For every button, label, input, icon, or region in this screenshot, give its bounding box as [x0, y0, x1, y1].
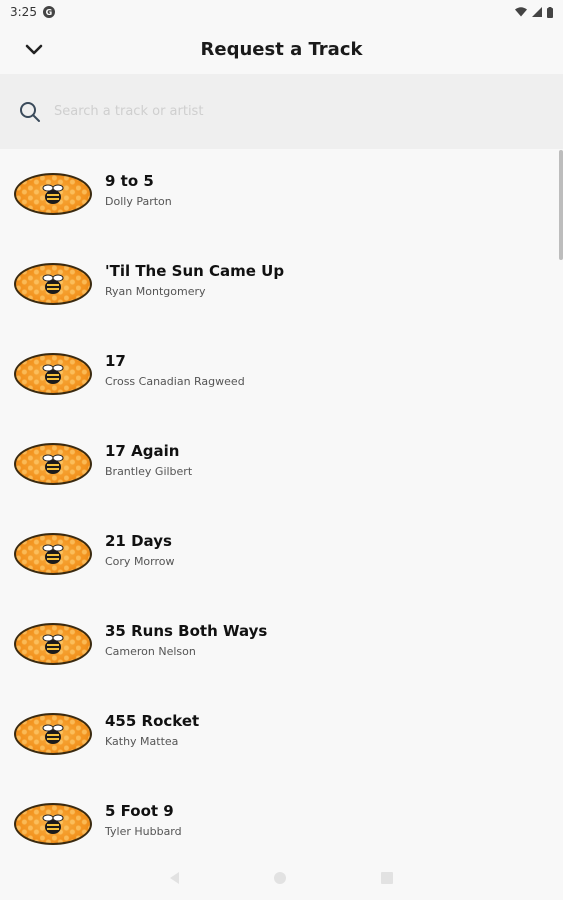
track-artist: Tyler Hubbard: [105, 825, 182, 838]
nav-recents-icon[interactable]: [381, 872, 393, 884]
bee-icon: [42, 544, 64, 564]
status-left: 3:25 G: [10, 5, 55, 19]
search-icon[interactable]: [18, 100, 42, 124]
track-text: 17 Cross Canadian Ragweed: [105, 351, 245, 389]
battery-icon: [547, 6, 553, 18]
track-title: 21 Days: [105, 532, 172, 550]
track-text: 'Til The Sun Came Up Ryan Montgomery: [105, 261, 284, 299]
bee-icon: [42, 274, 64, 294]
track-title: 455 Rocket: [105, 712, 200, 730]
track-artist: Dolly Parton: [105, 195, 172, 208]
bee-icon: [42, 724, 64, 744]
track-title: 17 Again: [105, 442, 180, 460]
track-list-item[interactable]: 21 Days Cory Morrow: [0, 509, 563, 599]
track-text: 17 Again Brantley Gilbert: [105, 441, 192, 479]
track-title: 9 to 5: [105, 172, 154, 190]
track-list-item[interactable]: 17 Cross Canadian Ragweed: [0, 329, 563, 419]
track-artist: Cross Canadian Ragweed: [105, 375, 245, 388]
track-artist: Brantley Gilbert: [105, 465, 193, 478]
nav-back-icon[interactable]: [170, 872, 179, 884]
chevron-down-icon: [25, 44, 43, 55]
track-text: 5 Foot 9 Tyler Hubbard: [105, 801, 182, 839]
track-text: 9 to 5 Dolly Parton: [105, 171, 172, 209]
search-bar: [0, 74, 563, 149]
track-title: 17: [105, 352, 126, 370]
track-title: 5 Foot 9: [105, 802, 174, 820]
status-right: [515, 6, 553, 18]
station-logo: [14, 713, 92, 755]
signal-icon: [532, 7, 542, 17]
nav-home-icon[interactable]: [274, 872, 286, 884]
app-bar: Request a Track: [0, 24, 563, 74]
bee-icon: [42, 454, 64, 474]
station-logo: [14, 353, 92, 395]
bee-icon: [42, 364, 64, 384]
track-text: 455 Rocket Kathy Mattea: [105, 711, 199, 749]
track-title: 'Til The Sun Came Up: [105, 262, 285, 280]
track-list-item[interactable]: 'Til The Sun Came Up Ryan Montgomery: [0, 239, 563, 329]
track-title: 35 Runs Both Ways: [105, 622, 268, 640]
collapse-button[interactable]: [20, 36, 48, 64]
system-nav-bar: [0, 856, 563, 900]
track-text: 35 Runs Both Ways Cameron Nelson: [105, 621, 267, 659]
track-artist: Cory Morrow: [105, 555, 175, 568]
bee-icon: [42, 814, 64, 834]
page-title: Request a Track: [200, 38, 363, 60]
track-artist: Ryan Montgomery: [105, 285, 206, 298]
station-logo: [14, 623, 92, 665]
station-logo: [14, 443, 92, 485]
track-list-item[interactable]: 9 to 5 Dolly Parton: [0, 149, 563, 239]
scrollbar[interactable]: [559, 150, 563, 260]
status-time: 3:25: [10, 5, 37, 19]
status-bar: 3:25 G: [0, 0, 563, 24]
station-logo: [14, 803, 92, 845]
track-list: 9 to 5 Dolly Parton 'Til The Sun Came Up…: [0, 149, 563, 869]
g-icon: G: [42, 6, 55, 18]
track-list-item[interactable]: 35 Runs Both Ways Cameron Nelson: [0, 599, 563, 689]
track-artist: Kathy Mattea: [105, 735, 179, 748]
bee-icon: [42, 634, 64, 654]
wifi-icon: [515, 7, 527, 17]
bee-icon: [42, 184, 64, 204]
station-logo: [14, 263, 92, 305]
track-list-item[interactable]: 455 Rocket Kathy Mattea: [0, 689, 563, 779]
search-input[interactable]: [54, 104, 454, 119]
track-artist: Cameron Nelson: [105, 645, 196, 658]
station-logo: [14, 533, 92, 575]
track-text: 21 Days Cory Morrow: [105, 531, 175, 569]
track-list-item[interactable]: 17 Again Brantley Gilbert: [0, 419, 563, 509]
station-logo: [14, 173, 92, 215]
